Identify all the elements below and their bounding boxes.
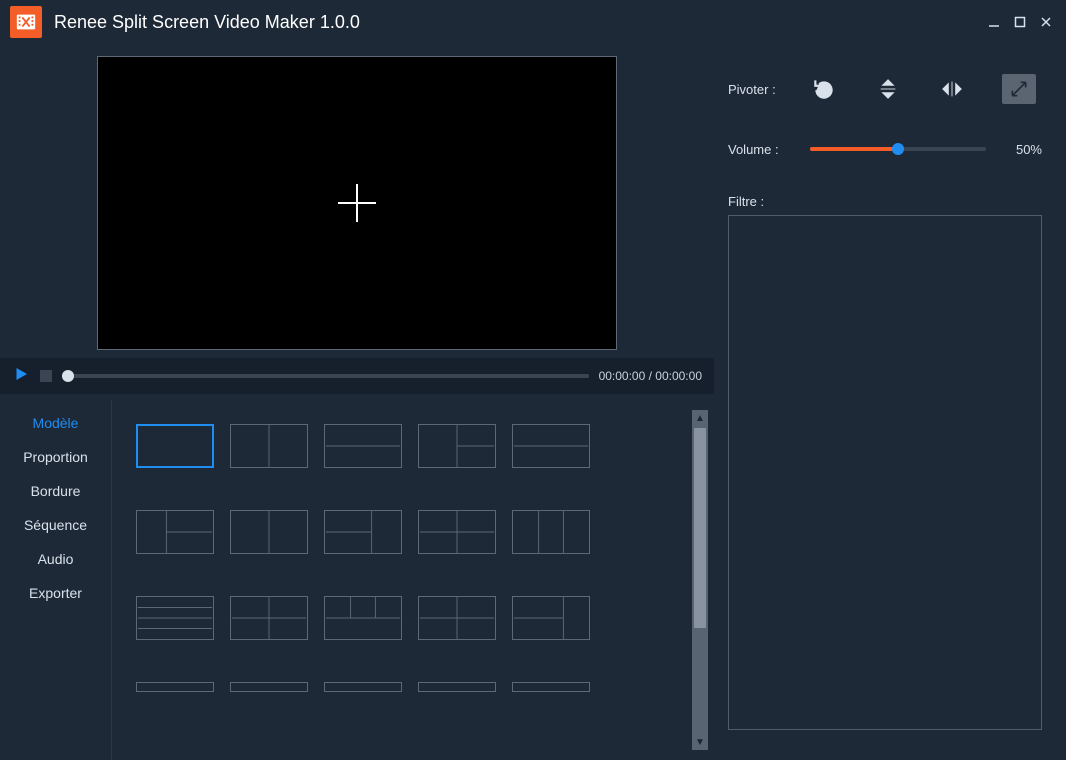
template-2+2[interactable] bbox=[230, 596, 308, 640]
template-1x2-v[interactable] bbox=[230, 424, 308, 468]
template-L-3a[interactable] bbox=[136, 510, 214, 554]
volume-label: Volume : bbox=[728, 142, 798, 157]
crop-button[interactable] bbox=[1002, 74, 1036, 104]
template-1x2-v-b[interactable] bbox=[230, 510, 308, 554]
app-title: Renee Split Screen Video Maker 1.0.0 bbox=[54, 12, 360, 33]
flip-vertical-button[interactable] bbox=[874, 75, 902, 103]
close-button[interactable] bbox=[1036, 12, 1056, 32]
template-3x1+1[interactable] bbox=[512, 596, 590, 640]
seek-track[interactable] bbox=[62, 374, 589, 378]
filter-list[interactable] bbox=[728, 215, 1042, 730]
maximize-button[interactable] bbox=[1010, 12, 1030, 32]
template-4x1-h[interactable] bbox=[136, 596, 214, 640]
flip-horizontal-button[interactable] bbox=[938, 75, 966, 103]
template-grid bbox=[136, 424, 684, 692]
tab-exporter[interactable]: Exporter bbox=[0, 576, 111, 610]
app-icon bbox=[10, 6, 42, 38]
template-T-4[interactable] bbox=[324, 596, 402, 640]
video-preview[interactable] bbox=[97, 56, 617, 350]
filter-label: Filtre : bbox=[728, 194, 1042, 209]
tab-proportion[interactable]: Proportion bbox=[0, 440, 111, 474]
template-row4a[interactable] bbox=[136, 682, 214, 692]
minimize-button[interactable] bbox=[984, 12, 1004, 32]
template-2x1-h[interactable] bbox=[324, 424, 402, 468]
template-L-3b[interactable] bbox=[324, 510, 402, 554]
volume-value: 50% bbox=[1000, 142, 1042, 157]
tab-sequence[interactable]: Séquence bbox=[0, 508, 111, 542]
tab-modele[interactable]: Modèle bbox=[0, 406, 111, 440]
volume-slider[interactable] bbox=[810, 147, 986, 151]
stop-button[interactable] bbox=[40, 370, 52, 382]
titlebar: Renee Split Screen Video Maker 1.0.0 bbox=[0, 0, 1066, 44]
template-2x2-b[interactable] bbox=[418, 596, 496, 640]
scroll-up-icon[interactable]: ▲ bbox=[692, 410, 708, 426]
template-2x1-h-b[interactable] bbox=[512, 424, 590, 468]
template-2x2[interactable] bbox=[418, 510, 496, 554]
volume-fill bbox=[810, 147, 898, 151]
volume-knob[interactable] bbox=[892, 143, 904, 155]
tab-audio[interactable]: Audio bbox=[0, 542, 111, 576]
template-1x3-v[interactable] bbox=[512, 510, 590, 554]
rotate-clockwise-button[interactable] bbox=[810, 75, 838, 103]
template-1+2r[interactable] bbox=[418, 424, 496, 468]
play-button[interactable] bbox=[12, 365, 30, 388]
player-bar: 00:00:00 / 00:00:00 bbox=[0, 358, 714, 394]
scroll-thumb[interactable] bbox=[694, 428, 706, 628]
template-row4c[interactable] bbox=[324, 682, 402, 692]
timecode: 00:00:00 / 00:00:00 bbox=[599, 369, 702, 383]
template-row4b[interactable] bbox=[230, 682, 308, 692]
seek-knob[interactable] bbox=[62, 370, 74, 382]
scroll-down-icon[interactable]: ▼ bbox=[692, 734, 708, 750]
template-1x1[interactable] bbox=[136, 424, 214, 468]
template-row4e[interactable] bbox=[512, 682, 590, 692]
rotate-label: Pivoter : bbox=[728, 82, 798, 97]
side-tabs: ModèleProportionBordureSéquenceAudioExpo… bbox=[0, 400, 112, 760]
tab-bordure[interactable]: Bordure bbox=[0, 474, 111, 508]
templates-scrollbar[interactable]: ▲ ▼ bbox=[692, 410, 708, 750]
template-row4d[interactable] bbox=[418, 682, 496, 692]
